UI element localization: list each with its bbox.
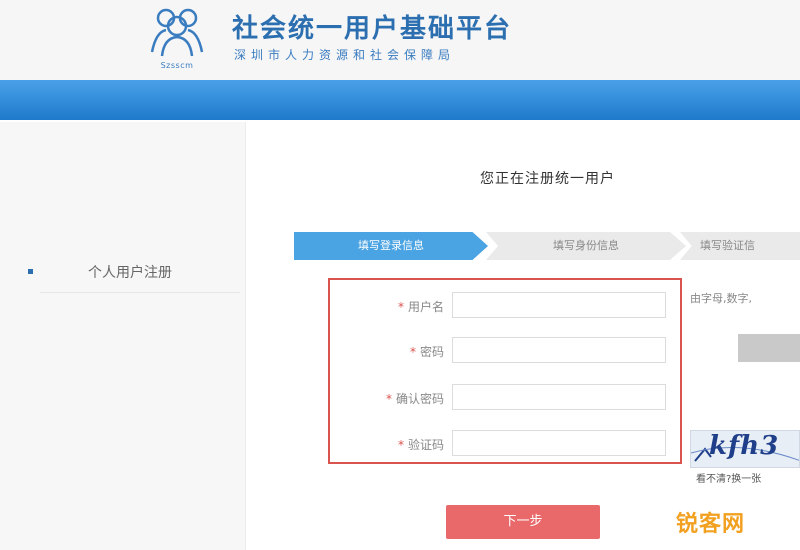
step-identity-info: 填写身份信息 [486,232,686,260]
username-hint: 由字母,数字, [690,292,752,305]
captcha-image[interactable]: kfh3 [690,430,800,468]
step-login-info: 填写登录信息 [294,232,488,260]
logo-caption: Szsscm [160,61,194,70]
divider [40,292,240,293]
password-input[interactable] [452,337,666,363]
sidebar-item-personal-register[interactable]: 个人用户注册 [20,252,240,292]
username-input[interactable] [452,292,666,318]
page-title: 您正在注册统一用户 [480,171,615,187]
captcha-label: 验证码 [407,438,444,452]
site-subtitle: 深圳市人力资源和社会保障局 [234,48,456,62]
confirm-password-input[interactable] [452,384,666,410]
required-marker: * [397,300,404,314]
next-button[interactable]: 下一步 [446,505,600,539]
required-marker: * [385,392,392,406]
password-strength-indicator [738,334,800,362]
confirm-password-row: * 确认密码 [330,384,680,412]
step-verify-info: 填写验证信 [680,232,800,260]
username-row: * 用户名 [330,292,680,320]
captcha-text: kfh3 [709,431,780,461]
logo: Szsscm [146,6,208,70]
users-icon [150,8,204,57]
username-label: 用户名 [407,300,444,314]
captcha-row: * 验证码 [330,430,680,458]
password-label: 密码 [419,345,444,359]
confirm-password-label: 确认密码 [395,392,444,406]
site-header: Szsscm 社会统一用户基础平台 深圳市人力资源和社会保障局 [0,0,800,80]
required-marker: * [409,345,416,359]
password-row: * 密码 [330,337,680,365]
site-title: 社会统一用户基础平台 [232,14,513,44]
required-marker: * [397,438,404,452]
registration-form: * 用户名 * 密码 * 确认密码 * 验证码 [328,278,682,464]
sidebar-item-label: 个人用户注册 [88,265,172,281]
captcha-input[interactable] [452,430,666,456]
sidebar: 个人用户注册 [0,122,246,550]
nav-bar [0,80,800,120]
refresh-captcha-link[interactable]: 看不清?换一张 [696,470,761,485]
watermark: 锐客网 [676,512,746,537]
